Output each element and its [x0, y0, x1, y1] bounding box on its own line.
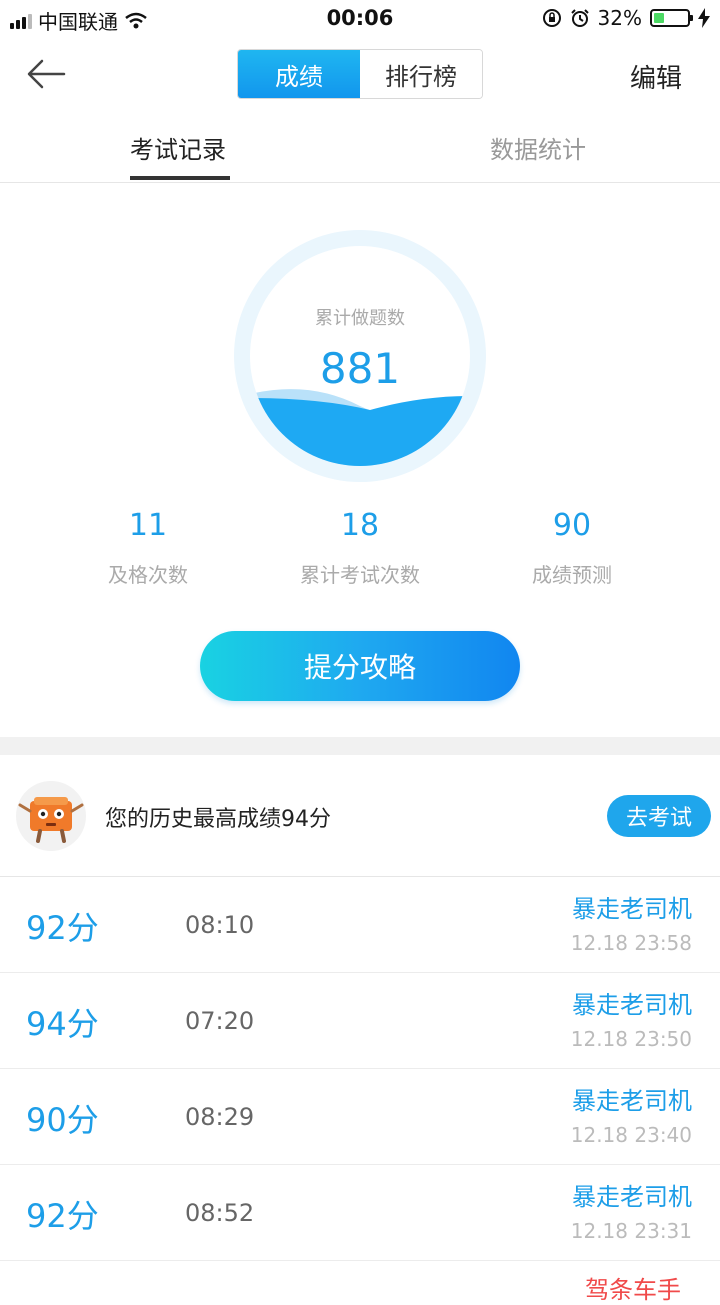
mascot-avatar: [16, 781, 86, 851]
back-arrow-icon: [27, 59, 66, 89]
record-time: 12.18 23:40: [570, 1123, 692, 1147]
tab-indicator: [130, 176, 230, 180]
stat-label: 成绩预测: [532, 563, 612, 587]
tab-exam-record[interactable]: 考试记录: [130, 130, 226, 165]
partial-record-title: 驾条车手: [585, 1276, 681, 1304]
stat-value: 90: [552, 508, 592, 543]
segment-score[interactable]: 成绩: [238, 50, 360, 98]
record-row[interactable]: 92分 08:52 暴走老司机 12.18 23:31: [0, 1165, 720, 1261]
record-duration: 08:10: [185, 911, 255, 939]
back-button[interactable]: [24, 56, 68, 92]
record-duration: 08:29: [185, 1103, 255, 1131]
record-score: 92分: [26, 909, 99, 947]
stat-value: 18: [340, 508, 380, 543]
record-score: 94分: [26, 1005, 99, 1043]
stat-exam-count: 18 累计考试次数: [250, 508, 470, 588]
best-score-row: 您的历史最高成绩94分 去考试: [0, 755, 720, 877]
nav-bar: 成绩 排行榜 编辑: [0, 38, 720, 112]
record-row[interactable]: 92分 08:10 暴走老司机 12.18 23:58: [0, 877, 720, 973]
segment-control: 成绩 排行榜: [237, 49, 483, 99]
section-divider: [0, 737, 720, 755]
circle-value: 881: [319, 344, 401, 393]
go-exam-button[interactable]: 去考试: [607, 795, 711, 837]
record-duration: 07:20: [185, 1007, 255, 1035]
stat-score-prediction: 90 成绩预测: [462, 508, 682, 588]
record-time: 12.18 23:50: [570, 1027, 692, 1051]
exam-record-list: 92分 08:10 暴走老司机 12.18 23:58 94分 07:20 暴走…: [0, 877, 720, 1261]
record-duration: 08:52: [185, 1199, 255, 1227]
record-score: 92分: [26, 1197, 99, 1235]
status-right: 32%: [542, 6, 710, 30]
record-time: 12.18 23:31: [570, 1219, 692, 1243]
record-row[interactable]: 94分 07:20 暴走老司机 12.18 23:50: [0, 973, 720, 1069]
stat-value: 11: [128, 508, 168, 543]
record-title: 暴走老司机: [572, 895, 692, 923]
charging-icon: [698, 8, 710, 28]
stat-label: 及格次数: [108, 563, 188, 587]
stat-label: 累计考试次数: [300, 563, 420, 587]
record-row[interactable]: 90分 08:29 暴走老司机 12.18 23:40: [0, 1069, 720, 1165]
battery-percent: 32%: [597, 6, 642, 30]
stat-pass-count: 11 及格次数: [38, 508, 258, 588]
segment-leaderboard[interactable]: 排行榜: [360, 50, 482, 98]
alarm-icon: [570, 9, 589, 27]
rotation-lock-icon: [542, 9, 561, 27]
record-title: 暴走老司机: [572, 1087, 692, 1115]
record-title: 暴走老司机: [572, 1183, 692, 1211]
tab-bar: 考试记录 数据统计: [0, 112, 720, 183]
status-bar: 中国联通 00:06 32%: [0, 0, 720, 38]
record-score: 90分: [26, 1101, 99, 1139]
tab-data-stats[interactable]: 数据统计: [490, 130, 586, 165]
circle-label: 累计做题数: [315, 308, 405, 329]
circle-inner: 累计做题数 881: [250, 246, 470, 466]
record-title: 暴走老司机: [572, 991, 692, 1019]
mascot-icon: [18, 797, 84, 843]
battery-icon: [650, 9, 693, 27]
question-count-circle: 累计做题数 881: [234, 230, 486, 482]
best-score-text: 您的历史最高成绩94分: [105, 807, 331, 832]
record-time: 12.18 23:58: [570, 931, 692, 955]
edit-button[interactable]: 编辑: [630, 58, 682, 95]
improve-score-button[interactable]: 提分攻略: [200, 631, 520, 701]
